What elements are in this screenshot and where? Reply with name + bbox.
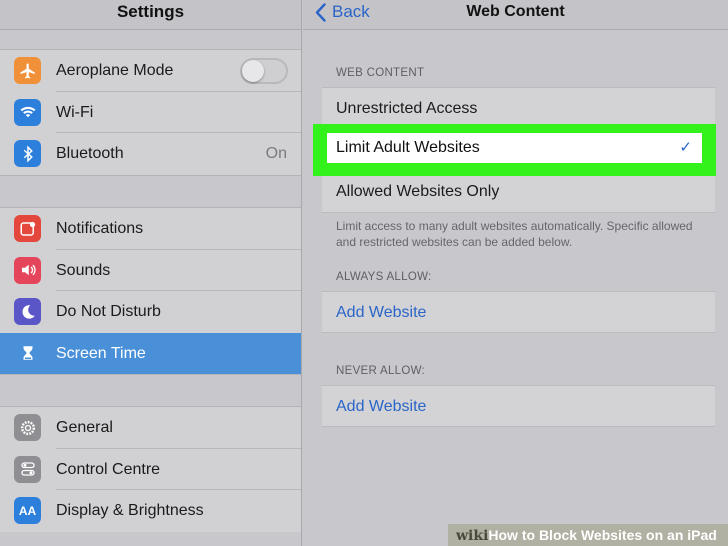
sidebar-item-wifi[interactable]: Wi-Fi bbox=[0, 92, 301, 133]
switches-icon bbox=[14, 455, 41, 483]
bluetooth-icon bbox=[14, 140, 41, 167]
sidebar-item-notifications[interactable]: Notifications bbox=[0, 208, 301, 250]
sidebar-item-aeroplane-mode[interactable]: Aeroplane Mode bbox=[0, 50, 301, 92]
sidebar-item-label: Notifications bbox=[56, 220, 144, 237]
sidebar-group-general: General Control Centre AA Display & Brig… bbox=[0, 406, 301, 532]
moon-icon bbox=[14, 298, 41, 325]
sidebar-item-do-not-disturb[interactable]: Do Not Disturb bbox=[0, 291, 301, 333]
always-allow-list: Add Website bbox=[322, 291, 715, 333]
settings-sidebar: Settings Aeroplane Mode Wi-Fi Bluetooth … bbox=[0, 0, 302, 546]
wikihow-watermark: wikiHow to Block Websites on an iPad bbox=[448, 524, 728, 546]
option-limit-adult-websites[interactable]: Limit Adult Websites ✓ bbox=[327, 133, 702, 163]
web-content-pane: Back Web Content WEB CONTENT Unrestricte… bbox=[303, 0, 728, 546]
sidebar-item-label: Do Not Disturb bbox=[56, 303, 161, 320]
hourglass-icon bbox=[14, 339, 41, 367]
page-title: Web Content bbox=[466, 3, 565, 20]
never-allow-add-website[interactable]: Add Website bbox=[322, 386, 715, 427]
never-allow-section-header: NEVER ALLOW: bbox=[336, 365, 426, 377]
aeroplane-mode-toggle[interactable] bbox=[240, 58, 288, 84]
toggle-knob bbox=[242, 60, 264, 82]
aa-icon: AA bbox=[14, 497, 41, 524]
watermark-title: to Block Websites on an iPad bbox=[517, 527, 717, 543]
wifi-icon bbox=[14, 98, 41, 126]
watermark-brand: wiki bbox=[456, 528, 489, 544]
checkmark-icon: ✓ bbox=[679, 139, 692, 156]
bluetooth-status: On bbox=[265, 145, 287, 162]
sidebar-item-control-centre[interactable]: Control Centre bbox=[0, 449, 301, 490]
sidebar-title: Settings bbox=[0, 0, 301, 30]
sidebar-item-bluetooth[interactable]: Bluetooth On bbox=[0, 133, 301, 175]
sidebar-item-label: Sounds bbox=[56, 261, 111, 279]
detail-navbar: Back Web Content bbox=[303, 0, 728, 30]
always-allow-add-website[interactable]: Add Website bbox=[322, 292, 715, 333]
option-allowed-websites-only[interactable]: Allowed Websites Only bbox=[322, 171, 715, 212]
option-label: Allowed Websites Only bbox=[336, 182, 500, 200]
option-label: Unrestricted Access bbox=[336, 100, 478, 117]
web-content-section-header: WEB CONTENT bbox=[336, 67, 425, 79]
sidebar-group-connectivity: Aeroplane Mode Wi-Fi Bluetooth On bbox=[0, 49, 301, 176]
sidebar-item-label: Display & Brightness bbox=[56, 502, 204, 519]
sidebar-item-screen-time[interactable]: Screen Time bbox=[0, 332, 301, 374]
sidebar-item-label: Screen Time bbox=[56, 344, 146, 362]
sounds-icon bbox=[14, 256, 41, 284]
watermark-how: How bbox=[488, 527, 518, 543]
sidebar-group-notifications: Notifications Sounds Do Not Disturb Scre… bbox=[0, 207, 301, 375]
sidebar-item-display-brightness[interactable]: AA Display & Brightness bbox=[0, 490, 301, 532]
notifications-icon bbox=[14, 215, 41, 242]
sidebar-item-sounds[interactable]: Sounds bbox=[0, 250, 301, 291]
airplane-icon bbox=[14, 57, 41, 84]
option-label: Limit Adult Websites bbox=[336, 139, 480, 156]
sidebar-item-general[interactable]: General bbox=[0, 407, 301, 449]
highlight-box: Limit Adult Websites ✓ bbox=[313, 124, 716, 176]
sidebar-item-label: Wi-Fi bbox=[56, 103, 94, 121]
gear-icon bbox=[14, 414, 41, 441]
sidebar-item-label: Control Centre bbox=[56, 460, 161, 478]
always-allow-section-header: ALWAYS ALLOW: bbox=[336, 271, 432, 283]
sidebar-item-label: General bbox=[56, 419, 113, 436]
web-content-footnote: Limit access to many adult websites auto… bbox=[336, 219, 693, 249]
sidebar-item-label: Bluetooth bbox=[56, 145, 124, 162]
never-allow-list: Add Website bbox=[322, 385, 715, 427]
sidebar-item-label: Aeroplane Mode bbox=[56, 62, 174, 79]
